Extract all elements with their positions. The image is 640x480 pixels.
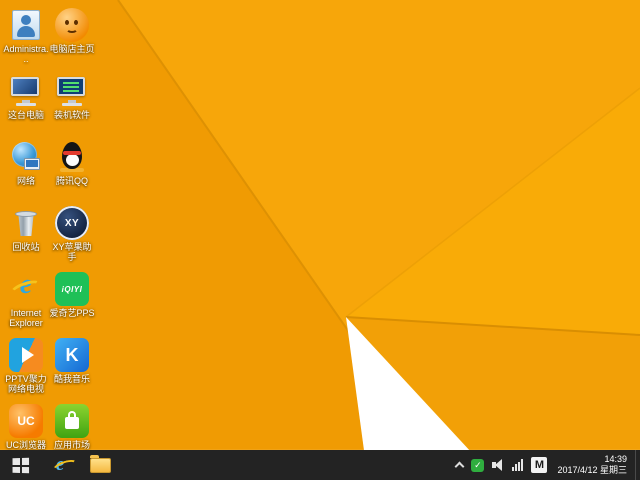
qq-penguin-icon — [55, 140, 89, 174]
volume-icon[interactable] — [492, 459, 504, 471]
icon-label: 电脑店主页 — [49, 44, 95, 54]
desktop-icon-homepage[interactable]: 电脑店主页 — [49, 8, 95, 54]
icon-label: Administra... — [3, 44, 49, 64]
wallpaper — [0, 0, 640, 480]
icon-label: 网络 — [16, 176, 35, 186]
icon-label: Internet Explorer — [9, 308, 43, 328]
windows-logo-icon — [12, 457, 29, 473]
kuwo-k-icon: K — [55, 338, 89, 372]
network-signal-icon[interactable] — [512, 459, 524, 471]
system-tray: M 14:39 2017/4/12 星期三 — [455, 450, 635, 480]
desktop-icon-administrator[interactable]: Administra... — [3, 8, 49, 64]
desktop-icon-iqiyi[interactable]: iQIYI 爱奇艺PPS — [49, 272, 95, 318]
shopping-bag-icon — [55, 404, 89, 438]
start-button[interactable] — [0, 450, 40, 480]
taskbar-clock[interactable]: 14:39 2017/4/12 星期三 — [555, 454, 633, 476]
desktop-icon-recycle-bin[interactable]: 回收站 — [3, 206, 49, 252]
desktop-icon-internet-explorer[interactable]: e Internet Explorer — [3, 269, 49, 328]
ime-language-indicator[interactable]: M — [531, 457, 548, 473]
icon-label: PPTV聚力 网络电视 — [5, 374, 47, 394]
user-folder-icon — [9, 8, 43, 42]
desktop-icon-kuwo[interactable]: K 酷我音乐 — [49, 338, 95, 384]
clock-time: 14:39 — [604, 454, 627, 464]
taskbar-explorer-button[interactable] — [80, 450, 120, 480]
icon-label: 酷我音乐 — [53, 374, 90, 384]
icon-label: 腾讯QQ — [55, 176, 88, 186]
desktop-icon-xy-assistant[interactable]: XY XY苹果助手 — [49, 206, 95, 262]
uc-browser-icon: UC — [9, 404, 43, 438]
icon-label: 应用市场 — [53, 440, 90, 450]
pptv-play-icon — [9, 338, 43, 372]
homepage-mascot-icon — [55, 8, 89, 42]
icon-label: XY苹果助手 — [52, 242, 92, 262]
desktop-icon-app-market[interactable]: 应用市场 — [49, 404, 95, 450]
desktop-icon-this-pc[interactable]: 这台电脑 — [3, 74, 49, 120]
desktop-icon-pptv[interactable]: PPTV聚力 网络电视 — [3, 338, 49, 394]
icon-label: 爱奇艺PPS — [49, 308, 95, 318]
show-desktop-button[interactable] — [635, 450, 640, 480]
xy-assistant-icon: XY — [55, 206, 89, 240]
network-globe-icon — [9, 140, 43, 174]
taskbar-ie-button[interactable]: e — [40, 450, 80, 480]
taskbar: e M 14:39 2017/4/12 星期三 — [0, 450, 640, 480]
desktop: Administra... 这台电脑 网络 回收站 e Internet Exp… — [0, 0, 640, 480]
iqiyi-icon: iQIYI — [55, 272, 89, 306]
ie-e-icon: e — [8, 269, 44, 306]
icon-label: 装机软件 — [53, 110, 90, 120]
computer-icon — [9, 74, 43, 108]
icon-label: 回收站 — [12, 242, 40, 252]
security-shield-icon[interactable] — [471, 458, 485, 472]
internet-explorer-icon: e — [55, 454, 65, 475]
monitor-software-icon — [55, 74, 89, 108]
clock-date: 2017/4/12 星期三 — [557, 465, 627, 475]
desktop-icon-qq[interactable]: 腾讯QQ — [49, 140, 95, 186]
desktop-icon-network[interactable]: 网络 — [3, 140, 49, 186]
trash-can-icon — [9, 206, 43, 240]
desktop-icon-setup-software[interactable]: 装机软件 — [49, 74, 95, 120]
hidden-icons-chevron-icon[interactable] — [455, 461, 465, 472]
file-explorer-folder-icon — [89, 454, 111, 473]
desktop-icon-uc-browser[interactable]: UC UC浏览器 — [3, 404, 49, 450]
icon-label: 这台电脑 — [7, 110, 44, 120]
icon-label: UC浏览器 — [6, 440, 46, 450]
